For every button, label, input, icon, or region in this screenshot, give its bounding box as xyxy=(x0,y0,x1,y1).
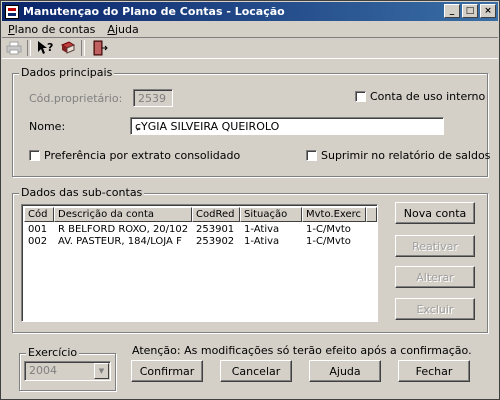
column-header-descricao[interactable]: Descrição da conta xyxy=(54,207,192,222)
confirmar-button[interactable]: Confirmar xyxy=(131,360,203,382)
nome-label: Nome: xyxy=(29,120,66,133)
maximize-button[interactable]: □ xyxy=(462,4,478,18)
cell-situacao: 1-Ativa xyxy=(244,236,280,247)
table-row[interactable]: 002 AV. PASTEUR, 184/LOJA F 253902 1-Ati… xyxy=(24,236,366,248)
column-header-codred[interactable]: CodRed xyxy=(192,207,240,222)
suprimir-relatorio-checkbox[interactable]: Suprimir no relatório de saldos xyxy=(306,149,490,162)
cell-cod: 001 xyxy=(28,224,48,235)
exercicio-value: 2004 xyxy=(29,364,57,377)
window-controls: _ □ × xyxy=(444,4,496,18)
help-pointer-icon[interactable]: ? xyxy=(36,39,56,57)
preferencia-extrato-label: Preferência por extrato consolidado xyxy=(44,149,241,162)
cod-proprietario-label: Cód.proprietário: xyxy=(29,92,123,105)
column-header-filler xyxy=(366,207,377,222)
cod-proprietario-field: 2539 xyxy=(133,89,173,107)
cell-mvto-exerc: 1-C/Mvto xyxy=(306,224,351,235)
close-icon: × xyxy=(484,5,492,16)
toolbar-separator xyxy=(81,40,85,56)
sub-contas-title: Dados das sub-contas xyxy=(19,186,145,199)
books-icon[interactable] xyxy=(58,39,78,57)
column-header-situacao[interactable]: Situação xyxy=(240,207,302,222)
suprimir-relatorio-label: Suprimir no relatório de saldos xyxy=(321,149,491,162)
cell-mvto-exerc: 1-C/Mvto xyxy=(306,236,351,247)
menu-plano-de-contas[interactable]: Plano de contas xyxy=(2,23,101,36)
nova-conta-button[interactable]: Nova conta xyxy=(395,202,475,224)
menu-bar: Plano de contas Ajuda xyxy=(2,21,498,37)
table-row[interactable]: 001 R BELFORD ROXO, 20/102 253901 1-Ativ… xyxy=(24,224,366,236)
column-header-mvto-exerc[interactable]: Mvto.Exerc xyxy=(302,207,366,222)
minimize-icon: _ xyxy=(449,5,455,16)
checkbox-box[interactable] xyxy=(355,91,366,102)
conta-uso-interno-checkbox[interactable]: Conta de uso interno xyxy=(355,90,485,103)
dados-principais-title: Dados principais xyxy=(19,66,115,79)
preferencia-extrato-checkbox[interactable]: Preferência por extrato consolidado xyxy=(29,149,240,162)
checkbox-box[interactable] xyxy=(306,150,317,161)
close-button[interactable]: × xyxy=(480,4,496,18)
list-header: Cód Descrição da conta CodRed Situação M… xyxy=(24,207,377,222)
svg-text:?: ? xyxy=(47,41,53,54)
cell-descricao: R BELFORD ROXO, 20/102 xyxy=(58,224,189,235)
cell-codred: 253901 xyxy=(196,224,235,235)
conta-uso-interno-label: Conta de uso interno xyxy=(370,90,486,103)
toolbar: ? xyxy=(2,37,498,59)
checkbox-box[interactable] xyxy=(29,150,40,161)
main-window: Manutençao do Plano de Contas - Locação … xyxy=(0,0,500,400)
nome-field[interactable]: ɕYGIA SILVEIRA QUEIROLO xyxy=(130,117,444,135)
cell-situacao: 1-Ativa xyxy=(244,224,280,235)
ajuda-button[interactable]: Ajuda xyxy=(309,360,381,382)
app-icon xyxy=(5,4,19,19)
menu-ajuda[interactable]: Ajuda xyxy=(101,23,144,36)
reativar-button[interactable]: Reativar xyxy=(395,235,475,257)
printer-icon[interactable] xyxy=(4,39,24,57)
exercicio-title: Exercício xyxy=(26,346,80,359)
minimize-button[interactable]: _ xyxy=(444,4,460,18)
exercicio-select[interactable]: 2004 ▼ xyxy=(24,361,111,381)
toolbar-separator xyxy=(27,40,31,56)
fechar-button[interactable]: Fechar xyxy=(398,360,470,382)
cell-cod: 002 xyxy=(28,236,48,247)
maximize-icon: □ xyxy=(465,5,475,16)
title-bar[interactable]: Manutençao do Plano de Contas - Locação … xyxy=(2,2,498,21)
excluir-button[interactable]: Excluir xyxy=(395,298,475,320)
chevron-down-icon[interactable]: ▼ xyxy=(94,363,109,379)
cell-codred: 253902 xyxy=(196,236,235,247)
alterar-button[interactable]: Alterar xyxy=(395,266,475,288)
sub-contas-list[interactable]: Cód Descrição da conta CodRed Situação M… xyxy=(21,204,378,322)
confirmation-notice: Atenção: As modificações só terão efeito… xyxy=(132,344,472,357)
column-header-cod[interactable]: Cód xyxy=(24,207,54,222)
cell-descricao: AV. PASTEUR, 184/LOJA F xyxy=(58,236,182,247)
exit-door-icon[interactable] xyxy=(90,39,110,57)
cancelar-button[interactable]: Cancelar xyxy=(220,360,292,382)
window-title: Manutençao do Plano de Contas - Locação xyxy=(23,5,285,18)
